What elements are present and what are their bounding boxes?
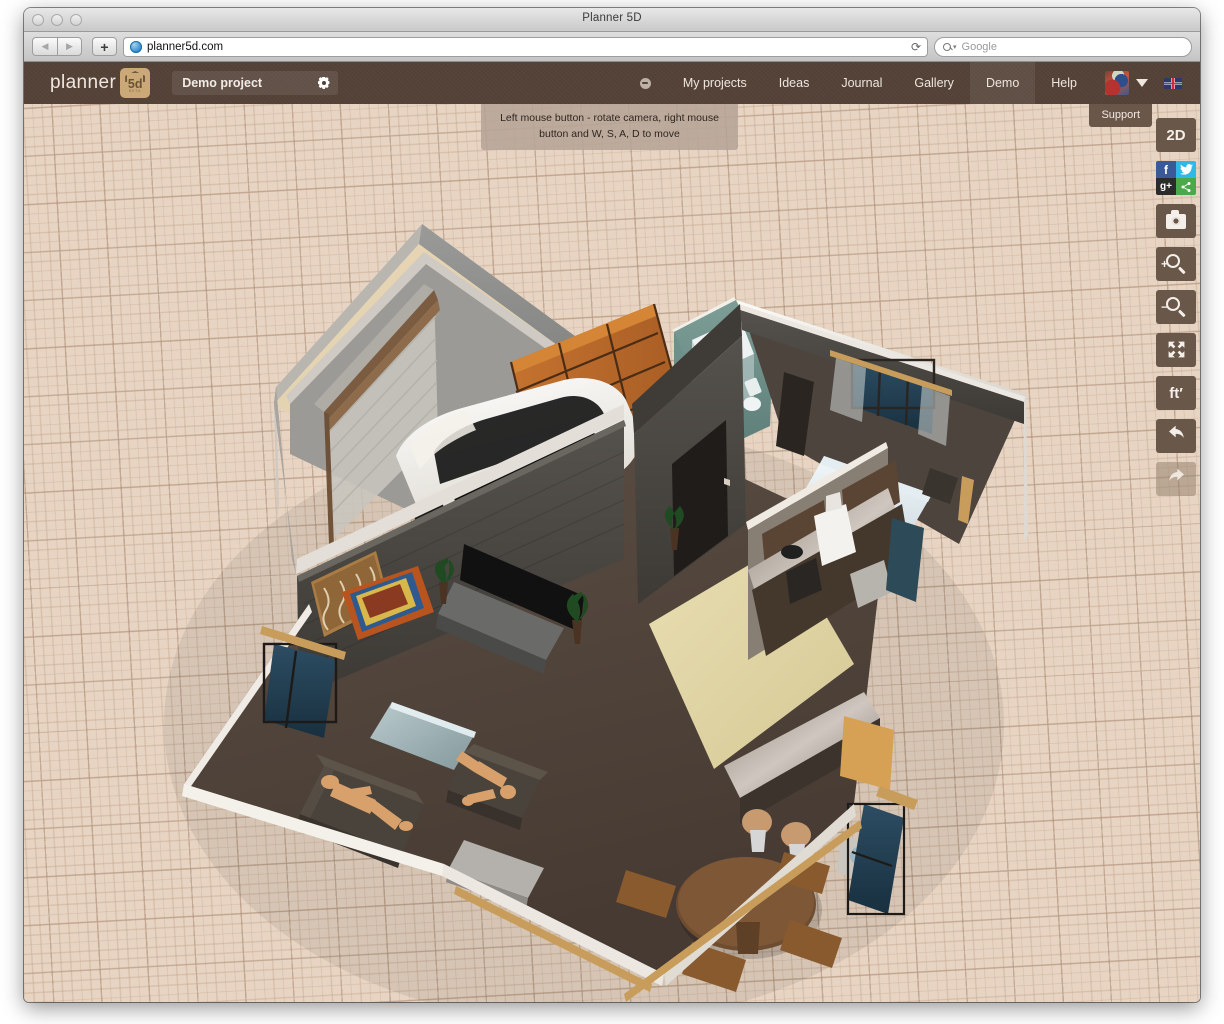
web-page: planner 5d BETA Demo project My projects…	[24, 62, 1200, 1002]
planner5d-logo[interactable]: planner 5d BETA	[50, 62, 150, 104]
fullscreen-button[interactable]	[1156, 333, 1196, 367]
search-input[interactable]: ▾ Google	[934, 37, 1192, 57]
camera-hint-tooltip: Left mouse button - rotate camera, right…	[481, 104, 738, 150]
cooktop-pan	[781, 545, 803, 559]
redo-button[interactable]	[1156, 462, 1196, 496]
gear-icon[interactable]	[317, 77, 330, 90]
zoom-in-button[interactable]: +	[1156, 247, 1196, 281]
nav-help[interactable]: Help	[1035, 62, 1093, 104]
search-icon	[943, 43, 951, 51]
united-kingdom-flag-icon[interactable]	[1164, 78, 1182, 89]
project-name-text: Demo project	[182, 76, 262, 90]
app-header: planner 5d BETA Demo project My projects…	[24, 62, 1200, 104]
nav-ideas[interactable]: Ideas	[763, 62, 826, 104]
site-favicon-icon	[130, 41, 142, 53]
logo-badge-subtext: BETA	[129, 90, 141, 93]
fullscreen-icon	[1166, 340, 1186, 360]
reload-icon[interactable]: ⟳	[911, 40, 921, 54]
units-button[interactable]: ft′	[1156, 376, 1196, 410]
new-tab-button[interactable]: +	[92, 37, 117, 56]
snapshot-button[interactable]	[1156, 204, 1196, 238]
support-tab[interactable]: Support	[1089, 104, 1152, 127]
facebook-icon[interactable]: f	[1156, 161, 1176, 178]
nav-demo[interactable]: Demo	[970, 62, 1035, 104]
share-icon[interactable]	[1176, 178, 1196, 195]
zoom-out-button[interactable]: −	[1156, 290, 1196, 324]
minimize-panel-icon[interactable]	[640, 78, 651, 89]
window-titlebar: Planner 5D	[24, 8, 1200, 32]
forward-button[interactable]: ▶	[57, 37, 82, 56]
browser-window: Planner 5D ◀ ▶ + planner5d.com ⟳ ▾ Googl…	[24, 8, 1200, 1002]
viewport-toolbar: 2D f g+	[1152, 104, 1200, 496]
logo-badge-icon: 5d BETA	[120, 68, 150, 98]
back-button[interactable]: ◀	[32, 37, 57, 56]
social-share-group: f g+	[1156, 161, 1196, 195]
nav-my-projects[interactable]: My projects	[667, 62, 763, 104]
window-title: Planner 5D	[24, 12, 1200, 24]
chevron-down-icon[interactable]	[1136, 79, 1148, 87]
zoom-out-icon: −	[1166, 297, 1186, 317]
camera-icon	[1166, 214, 1186, 229]
nav-buttons: ◀ ▶	[32, 37, 82, 56]
browser-toolbar: ◀ ▶ + planner5d.com ⟳ ▾ Google	[24, 32, 1200, 62]
google-plus-icon[interactable]: g+	[1156, 178, 1176, 195]
main-nav: My projects Ideas Journal Gallery Demo H…	[630, 62, 1200, 104]
twitter-icon[interactable]	[1176, 161, 1196, 178]
logo-wordmark: planner	[50, 72, 116, 94]
house-3d-model[interactable]	[24, 104, 1200, 1002]
redo-icon	[1166, 467, 1187, 491]
toggle-2d-button[interactable]: 2D	[1156, 118, 1196, 152]
nav-gallery[interactable]: Gallery	[898, 62, 970, 104]
nav-journal[interactable]: Journal	[825, 62, 898, 104]
zoom-in-icon: +	[1166, 254, 1186, 274]
address-bar[interactable]: planner5d.com ⟳	[123, 37, 928, 57]
avatar[interactable]	[1105, 71, 1129, 95]
search-placeholder: Google	[962, 41, 997, 53]
project-name-field[interactable]: Demo project	[172, 71, 338, 95]
undo-icon	[1166, 424, 1187, 448]
floorplan-canvas[interactable]	[24, 104, 1200, 1002]
search-engine-caret-icon[interactable]: ▾	[953, 43, 957, 51]
undo-button[interactable]	[1156, 419, 1196, 453]
url-text: planner5d.com	[147, 41, 223, 53]
